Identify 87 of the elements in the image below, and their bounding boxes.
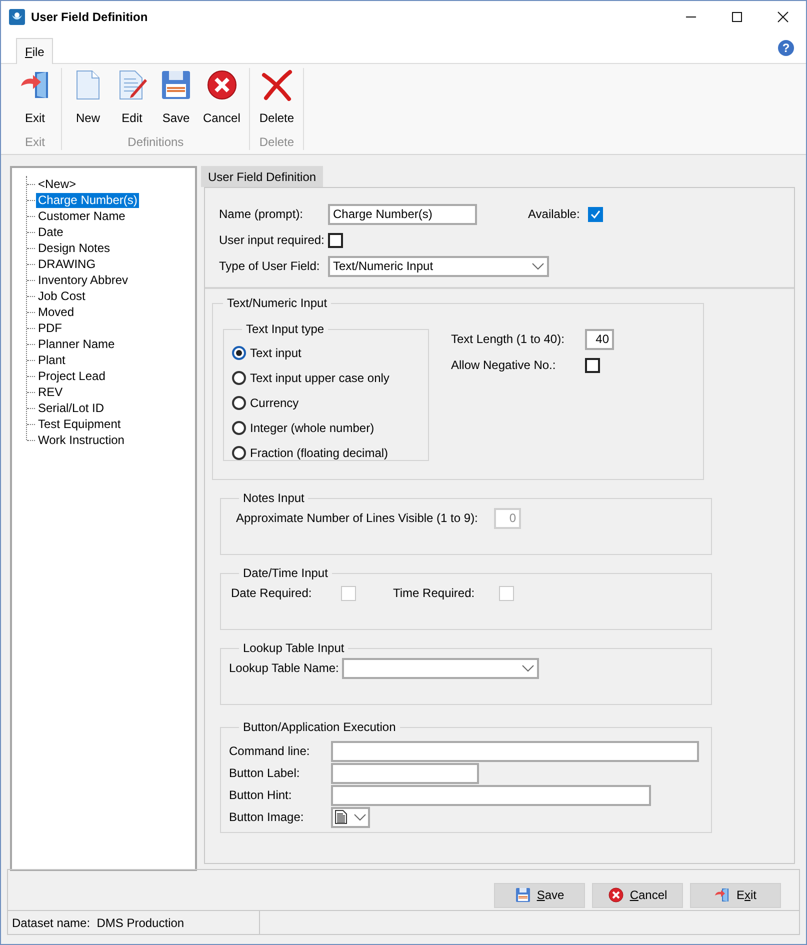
tree-item[interactable]: Serial/Lot ID (36, 400, 106, 416)
group-title: Button/Application Execution (242, 720, 397, 734)
field-label: Button Label: (229, 766, 301, 780)
group-title: Date/Time Input (242, 566, 329, 580)
checkbox[interactable] (588, 206, 603, 222)
radio-button[interactable] (232, 370, 246, 384)
footer-button[interactable]: Exit (690, 882, 781, 908)
field-label: Button Image: (229, 810, 305, 824)
tree-item[interactable]: Job Cost (36, 288, 88, 304)
footer-button[interactable]: Save (494, 882, 585, 908)
tree-item[interactable]: Project Lead (36, 368, 108, 384)
ribbon-button[interactable]: Save (154, 68, 198, 135)
cancel-icon (608, 887, 624, 903)
tree-item[interactable]: DRAWING (36, 256, 98, 272)
app-icon (9, 8, 25, 24)
tree-item[interactable]: Planner Name (36, 336, 117, 352)
field-label: Command line: (229, 744, 311, 758)
image-dropdown[interactable] (331, 806, 370, 828)
radio-label: Integer (whole number) (250, 420, 374, 434)
tree-item[interactable]: Work Instruction (36, 432, 126, 448)
checkbox[interactable] (328, 232, 343, 248)
dropdown[interactable]: Text/Numeric Input (328, 256, 549, 276)
input-field[interactable]: Charge Number(s) (328, 204, 477, 224)
chevron-down-icon (354, 814, 366, 820)
radio-label: Fraction (floating decimal) (250, 446, 388, 460)
help-button[interactable]: ? (778, 40, 794, 56)
footer-button[interactable]: Cancel (592, 882, 683, 908)
field-label: Text Length (1 to 40): (451, 332, 566, 346)
group-title: Notes Input (242, 491, 306, 505)
field-label: Lookup Table Name: (229, 661, 340, 675)
ribbon-button[interactable]: New (66, 68, 110, 135)
ribbon-button[interactable]: Exit (13, 68, 57, 135)
input-field[interactable] (331, 784, 651, 806)
chevron-down-icon (532, 262, 544, 270)
panel-tab[interactable]: User Field Definition (201, 166, 324, 187)
radio-label: Text input (250, 346, 302, 360)
group-label: Delete (259, 135, 294, 150)
tree-item[interactable]: <New> (36, 176, 78, 192)
window-title: User Field Definition (31, 10, 148, 24)
ribbon-tab[interactable]: File (16, 38, 54, 64)
radio-label: Currency (250, 396, 299, 410)
ribbon-button[interactable]: Delete (254, 68, 300, 135)
group-title: Lookup Table Input (242, 641, 346, 655)
field-label: User input required: (219, 233, 326, 247)
group-label: Exit (24, 135, 45, 150)
status-text: Dataset name: DMS Production (8, 911, 260, 934)
group-title: Text Input type (245, 322, 326, 336)
field-label: Time Required: (393, 586, 476, 600)
input-field[interactable] (331, 762, 479, 784)
field-label: Date Required: (231, 586, 313, 600)
chevron-down-icon (522, 664, 534, 672)
x-mark-icon (260, 69, 293, 101)
tree-item[interactable]: Date (36, 224, 66, 240)
door-arrow-icon (19, 69, 51, 101)
field-label: Type of User Field: (219, 259, 321, 273)
door-arrow-icon (714, 887, 730, 903)
checkbox[interactable] (585, 358, 600, 372)
tree-item[interactable]: PDF (36, 320, 64, 336)
group-label: Definitions (128, 135, 184, 150)
field-label: Approximate Number of Lines Visible (1 to 9): (236, 511, 479, 525)
radio-button[interactable] (232, 346, 246, 360)
tree-item[interactable]: Customer Name (36, 208, 128, 224)
field-label: Button Hint: (229, 788, 293, 802)
field-label: Available: (528, 207, 581, 221)
ribbon-button[interactable]: Cancel (198, 68, 246, 135)
tree-item[interactable]: Design Notes (36, 240, 112, 256)
tree-item[interactable]: Charge Number(s) (36, 192, 140, 208)
radio-button[interactable] (232, 396, 246, 410)
tree-item[interactable]: Moved (36, 304, 76, 320)
close-icon[interactable] (777, 10, 789, 22)
radio-button[interactable] (232, 420, 246, 434)
group-title: Text/Numeric Input (226, 296, 328, 310)
cancel-icon (206, 69, 238, 101)
tree-item[interactable]: Test Equipment (36, 416, 123, 432)
radio-label: Text input upper case only (250, 370, 390, 384)
radio-button[interactable] (232, 446, 246, 460)
input-field[interactable] (331, 740, 699, 762)
tree-item[interactable]: Inventory Abbrev (36, 272, 130, 288)
tree-item[interactable]: REV (36, 384, 65, 400)
tree-item[interactable]: Plant (36, 352, 68, 368)
ribbon-button[interactable]: Edit (110, 68, 154, 135)
input-field[interactable]: 40 (585, 328, 614, 350)
field-label: Name (prompt): (219, 207, 304, 221)
field-label: Allow Negative No.: (451, 358, 557, 372)
document-icon (335, 810, 347, 824)
maximize-icon[interactable] (731, 10, 743, 22)
input-field: 0 (494, 508, 521, 528)
